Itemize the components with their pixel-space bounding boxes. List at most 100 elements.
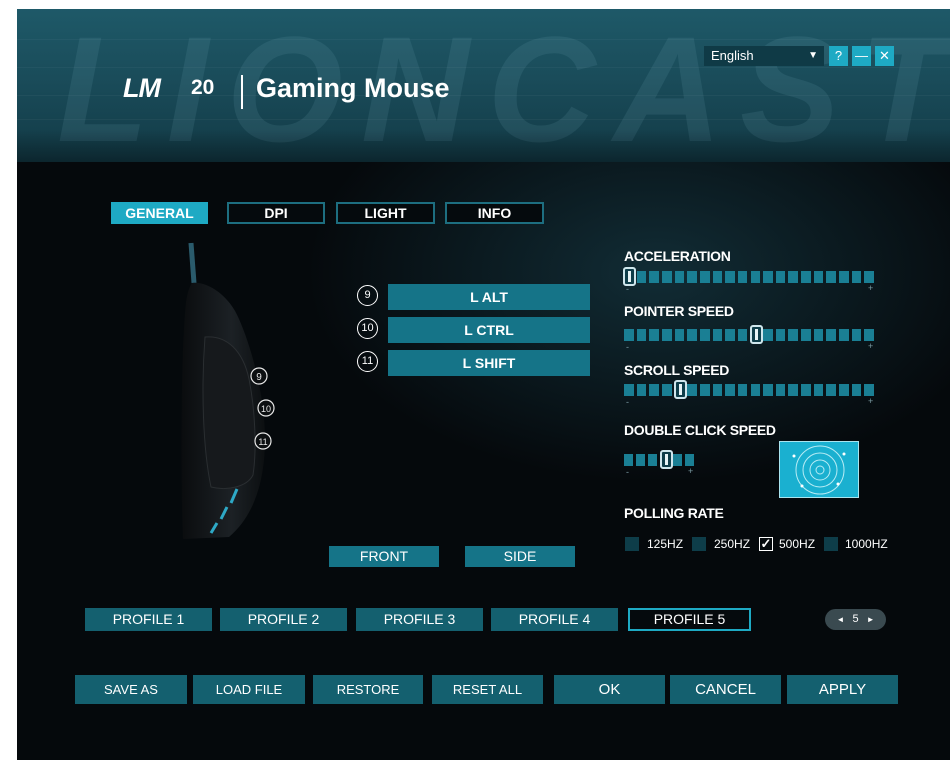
- apply-button[interactable]: APPLY: [787, 675, 898, 704]
- slider-knob[interactable]: [673, 380, 687, 399]
- slider-segment: [672, 454, 682, 466]
- slider-segment: [801, 329, 811, 341]
- slider-knob[interactable]: [749, 325, 763, 344]
- double-click-test-area[interactable]: [779, 441, 859, 498]
- slider-segment: [750, 384, 761, 396]
- slider-segment: [725, 271, 735, 283]
- mapping-button-10[interactable]: L CTRL: [388, 317, 590, 343]
- slider-segment: [649, 384, 659, 396]
- slider-segment: [687, 329, 697, 341]
- slider-segment: [674, 329, 685, 341]
- slider-segment: [750, 271, 761, 283]
- title-divider: [241, 75, 243, 109]
- slider-segment: [775, 271, 786, 283]
- slider-segment: [712, 329, 723, 341]
- slider-minus-label: -: [626, 467, 629, 477]
- profile-5-button[interactable]: PROFILE 5: [628, 608, 751, 631]
- profile-1-button[interactable]: PROFILE 1: [85, 608, 212, 631]
- scroll-speed-label: SCROLL SPEED: [624, 362, 730, 378]
- button-number-10: 10: [357, 318, 378, 339]
- tab-dpi[interactable]: DPI: [227, 202, 325, 224]
- tab-info[interactable]: INFO: [445, 202, 544, 224]
- side-view-button[interactable]: SIDE: [465, 546, 575, 567]
- minimize-button[interactable]: —: [852, 46, 871, 66]
- polling-250hz-label: 250HZ: [714, 537, 751, 551]
- slider-minus-label: -: [626, 342, 629, 352]
- slider-segment: [624, 329, 634, 341]
- slider-segment: [684, 454, 694, 466]
- slider-segment: [801, 271, 811, 283]
- slider-segment: [839, 271, 849, 283]
- slider-segment: [864, 329, 874, 341]
- scroll-speed-slider[interactable]: - +: [624, 380, 874, 407]
- profile-pager: ◄ 5 ►: [825, 609, 886, 630]
- slider-segment: [788, 384, 799, 396]
- next-arrow-icon[interactable]: ►: [867, 615, 875, 624]
- cancel-button[interactable]: CANCEL: [670, 675, 781, 704]
- button-number-11: 11: [357, 351, 378, 372]
- profile-4-button[interactable]: PROFILE 4: [491, 608, 618, 631]
- slider-segment: [839, 329, 849, 341]
- slider-segment: [801, 384, 811, 396]
- slider-minus-label: -: [626, 397, 629, 407]
- svg-text:9: 9: [256, 372, 262, 383]
- acceleration-slider[interactable]: - +: [623, 267, 874, 294]
- front-view-button[interactable]: FRONT: [329, 546, 439, 567]
- slider-segment: [699, 384, 710, 396]
- double-click-speed-slider[interactable]: - +: [624, 450, 694, 477]
- slider-segment: [775, 384, 786, 396]
- prev-arrow-icon[interactable]: ◄: [836, 615, 844, 624]
- slider-segment: [725, 384, 735, 396]
- slider-segment: [674, 271, 685, 283]
- header-banner: LIONCAST LM 20 Gaming Mouse English ▼ ? …: [17, 9, 950, 162]
- slider-segment: [864, 384, 874, 396]
- save-as-button[interactable]: SAVE AS: [75, 675, 187, 704]
- slider-segment: [712, 271, 723, 283]
- profile-3-button[interactable]: PROFILE 3: [356, 608, 483, 631]
- slider-knob[interactable]: [659, 450, 673, 469]
- tab-light[interactable]: LIGHT: [336, 202, 435, 224]
- restore-button[interactable]: RESTORE: [313, 675, 423, 704]
- profile-2-button[interactable]: PROFILE 2: [220, 608, 347, 631]
- slider-segment: [826, 271, 837, 283]
- slider-segment: [737, 329, 748, 341]
- mouse-side-image: 9 10 11: [181, 242, 275, 539]
- slider-segment: [649, 271, 659, 283]
- tab-general[interactable]: GENERAL: [111, 202, 208, 224]
- help-button[interactable]: ?: [829, 46, 848, 66]
- slider-segment: [624, 454, 634, 466]
- mapping-button-11[interactable]: L SHIFT: [388, 350, 590, 376]
- slider-plus-label: +: [868, 396, 874, 406]
- slider-segment: [839, 384, 849, 396]
- reset-all-button[interactable]: RESET ALL: [432, 675, 543, 704]
- load-file-button[interactable]: LOAD FILE: [193, 675, 305, 704]
- slider-segment: [649, 329, 659, 341]
- mapping-button-9[interactable]: L ALT: [388, 284, 590, 310]
- close-button[interactable]: ✕: [875, 46, 894, 66]
- pointer-speed-slider[interactable]: - +: [624, 325, 874, 352]
- slider-segment: [661, 384, 672, 396]
- slider-knob[interactable]: [623, 267, 636, 286]
- slider-segment: [636, 271, 647, 283]
- polling-1000hz-checkbox[interactable]: [824, 537, 838, 551]
- slider-segment: [661, 329, 672, 341]
- polling-250hz-checkbox[interactable]: [692, 537, 706, 551]
- slider-segment: [687, 271, 697, 283]
- button-number-9: 9: [357, 285, 378, 306]
- slider-segment: [699, 271, 710, 283]
- language-select[interactable]: English ▼: [704, 46, 824, 66]
- slider-plus-label: +: [868, 341, 874, 351]
- slider-segment: [851, 384, 862, 396]
- polling-500hz-label: 500HZ: [779, 537, 816, 551]
- polling-500hz-checkbox[interactable]: ✓: [759, 537, 773, 551]
- polling-125hz-label: 125HZ: [647, 537, 684, 551]
- slider-segment: [813, 271, 824, 283]
- dropdown-arrow-icon: ▼: [808, 50, 818, 61]
- slider-segment: [775, 329, 786, 341]
- slider-segment: [826, 384, 837, 396]
- polling-125hz-checkbox[interactable]: [625, 537, 639, 551]
- slider-segment: [712, 384, 723, 396]
- svg-text:10: 10: [261, 404, 271, 414]
- ok-button[interactable]: OK: [554, 675, 665, 704]
- svg-text:11: 11: [258, 437, 267, 447]
